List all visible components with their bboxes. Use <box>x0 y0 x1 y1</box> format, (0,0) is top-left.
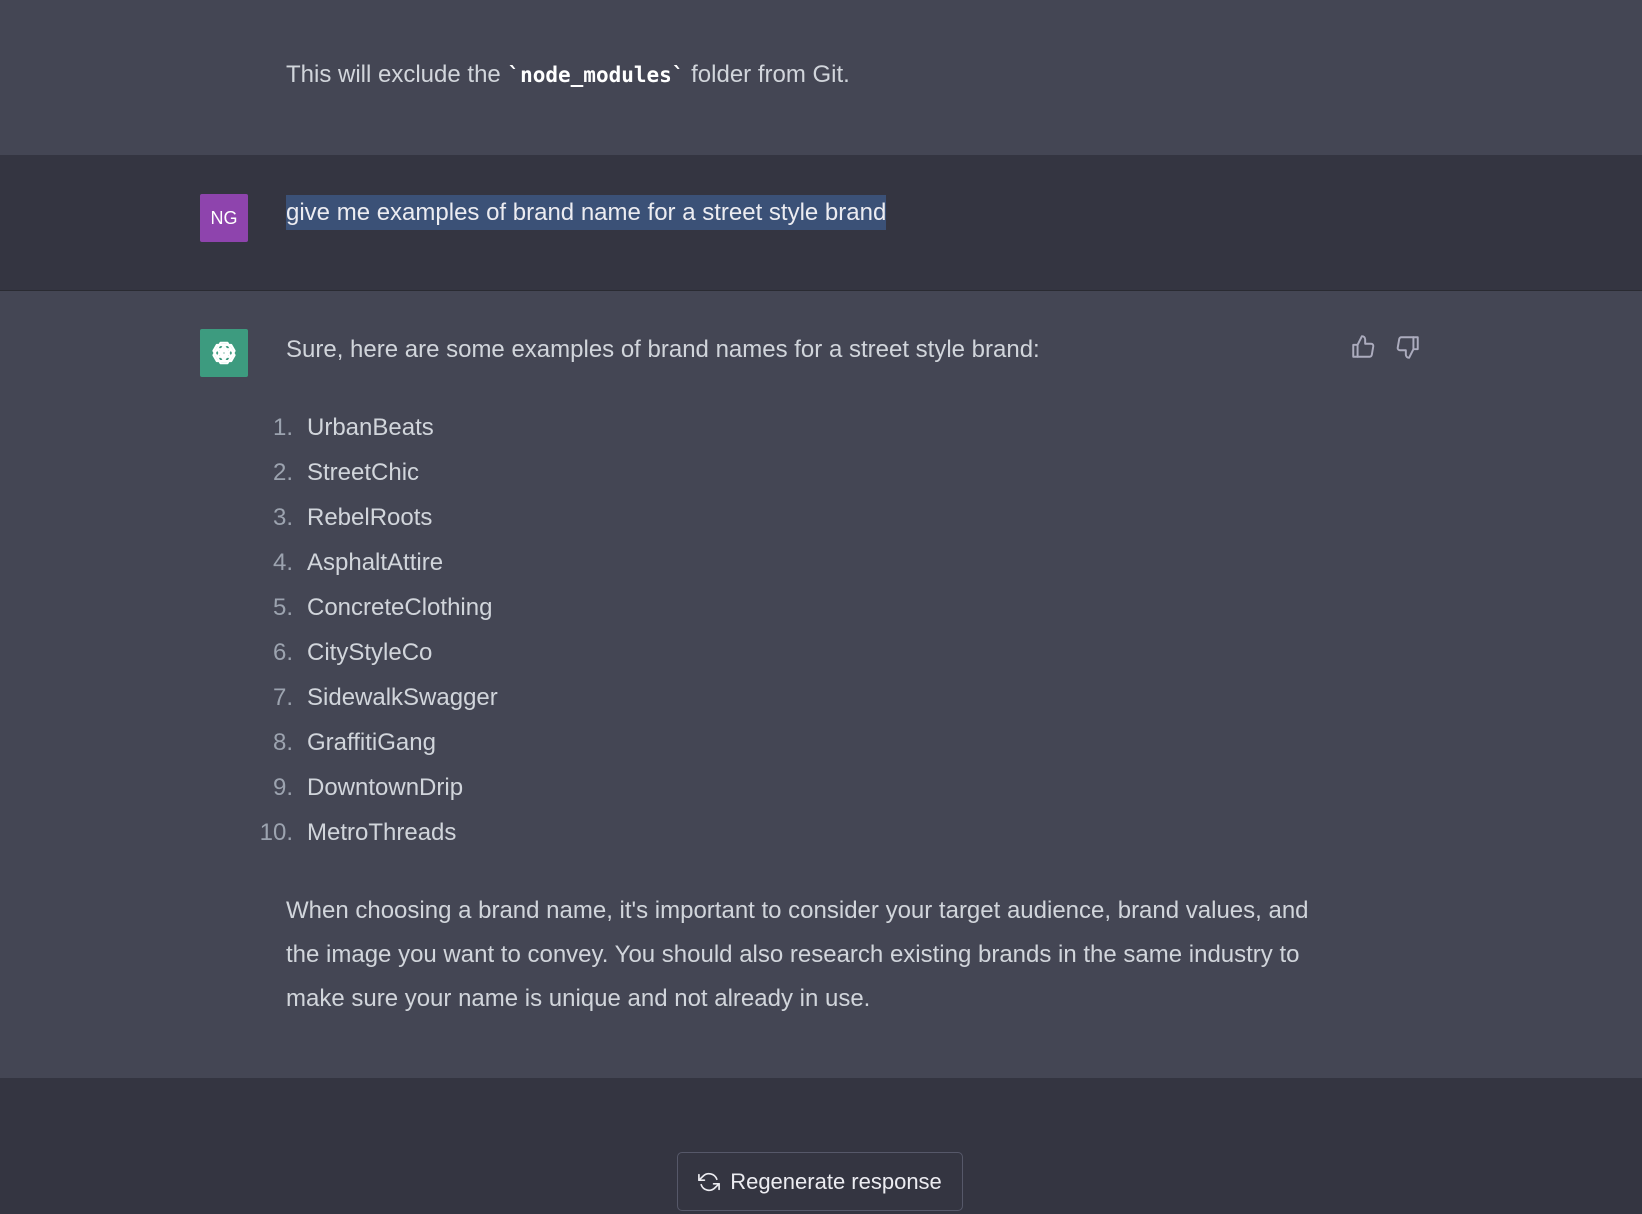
list-item-text: RebelRoots <box>307 503 433 531</box>
list-number: 1. <box>272 413 293 441</box>
list-item-text: SidewalkSwagger <box>307 683 498 711</box>
list-item: 4. AsphaltAttire <box>250 540 498 585</box>
list-number: 4. <box>272 548 293 576</box>
list-item: 5. ConcreteClothing <box>250 585 498 630</box>
assistant-intro: Sure, here are some examples of brand na… <box>286 336 1040 363</box>
list-number: 3. <box>272 503 293 531</box>
thumbs-down-icon <box>1396 336 1419 359</box>
thumbs-down-button[interactable] <box>1394 333 1422 361</box>
inline-code: `node_modules` <box>507 63 685 87</box>
list-item: 6. CityStyleCo <box>250 630 498 675</box>
list-item: 7. SidewalkSwagger <box>250 675 498 720</box>
list-item-text: AsphaltAttire <box>307 548 444 576</box>
thumbs-up-icon <box>1352 335 1375 358</box>
assistant-message: Sure, here are some examples of brand na… <box>0 291 1642 1078</box>
thumbs-up-button[interactable] <box>1349 333 1377 361</box>
refresh-icon <box>698 1172 721 1191</box>
list-number: 10. <box>259 818 293 846</box>
list-item-text: MetroThreads <box>307 818 457 846</box>
assistant-avatar <box>200 329 248 377</box>
user-message-text[interactable]: give me examples of brand name for a str… <box>286 195 887 230</box>
user-message: NG give me examples of brand name for a … <box>0 155 1642 291</box>
previous-message-prefix: This will exclude the <box>286 61 508 88</box>
brand-name-list: 1. UrbanBeats 2. StreetChic 3. RebelRoots 4… <box>250 405 498 855</box>
list-item: 3. RebelRoots <box>250 495 498 540</box>
list-item-text: CityStyleCo <box>307 638 433 666</box>
list-item: 1. UrbanBeats <box>250 405 498 450</box>
list-number: 6. <box>272 638 293 666</box>
previous-message-text: This will exclude the `node_modules` fol… <box>286 59 850 91</box>
list-item-text: ConcreteClothing <box>307 593 493 621</box>
list-item: 10. MetroThreads <box>250 810 498 855</box>
previous-assistant-message: This will exclude the `node_modules` fol… <box>0 0 1642 155</box>
regenerate-label: Regenerate response <box>730 1168 942 1194</box>
list-number: 9. <box>272 773 293 801</box>
list-number: 8. <box>272 728 293 756</box>
regenerate-response-button[interactable]: Regenerate response <box>677 1152 963 1211</box>
list-item-text: StreetChic <box>307 458 420 486</box>
list-item-text: DowntownDrip <box>307 773 464 801</box>
list-number: 2. <box>272 458 293 486</box>
user-avatar: NG <box>200 194 248 242</box>
list-item: 8. GraffitiGang <box>250 720 498 765</box>
list-item: 2. StreetChic <box>250 450 498 495</box>
list-item-text: GraffitiGang <box>307 728 436 756</box>
list-item: 9. DowntownDrip <box>250 765 498 810</box>
assistant-closing-paragraph: When choosing a brand name, it's importa… <box>286 897 1309 1012</box>
list-item-text: UrbanBeats <box>307 413 434 441</box>
previous-message-suffix: folder from Git. <box>684 61 850 88</box>
user-message-text-container[interactable]: give me examples of brand name for a str… <box>286 194 887 232</box>
list-number: 5. <box>272 593 293 621</box>
list-number: 7. <box>272 683 293 711</box>
avatar-initials: NG <box>210 207 238 228</box>
openai-logo-icon <box>212 341 236 365</box>
